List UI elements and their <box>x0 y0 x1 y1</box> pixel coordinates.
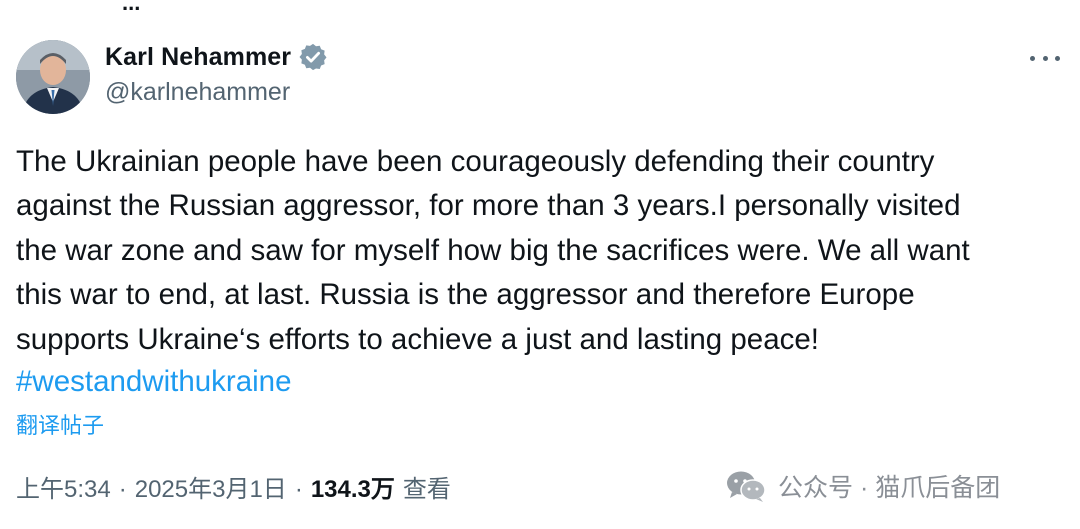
cropped-header-fragment: ... <box>122 0 141 15</box>
tweet-text-line: The Ukrainian people have been courageou… <box>16 145 935 178</box>
tweet-card: ... Karl Nehammer @karlnehammer The Ukra… <box>0 0 1080 529</box>
tweet-text-line: the war zone and saw for myself how big … <box>16 233 970 267</box>
tweet-meta: 上午5:34 · 2025年3月1日 · 134.3万 查看 <box>16 470 451 510</box>
author-handle[interactable]: @karlnehammer <box>105 78 328 107</box>
author-display-name[interactable]: Karl Nehammer <box>105 43 291 72</box>
translate-post-link[interactable]: 翻译帖子 <box>16 410 104 442</box>
more-options-icon[interactable] <box>1030 50 1060 66</box>
watermark-text: 公众号 · 猫爪后备团 <box>778 474 1001 502</box>
tweet-text: The Ukrainian people have been courageou… <box>16 140 1076 362</box>
hashtag-link[interactable]: #westandwithukraine <box>16 360 292 404</box>
meta-separator: · <box>294 476 303 503</box>
verified-badge-icon <box>298 42 328 72</box>
author-block: Karl Nehammer @karlnehammer <box>105 40 328 107</box>
tweet-date[interactable]: 2025年3月1日 <box>135 470 287 510</box>
wechat-icon <box>727 471 766 502</box>
tweet-text-line: supports Ukraine‘s efforts to achieve a … <box>16 322 819 356</box>
avatar-image <box>16 40 90 114</box>
avatar[interactable] <box>16 40 90 114</box>
views-label: 查看 <box>402 476 451 503</box>
tweet-text-line: this war to end, at last. Russia is the … <box>16 278 915 312</box>
views-count: 134.3万 <box>310 476 395 503</box>
tweet-text-line: against the Russian aggressor, for more … <box>16 189 961 223</box>
tweet-time[interactable]: 上午5:34 <box>16 470 111 510</box>
meta-separator: · <box>118 476 127 503</box>
watermark: 公众号 · 猫爪后备团 <box>726 468 1000 504</box>
